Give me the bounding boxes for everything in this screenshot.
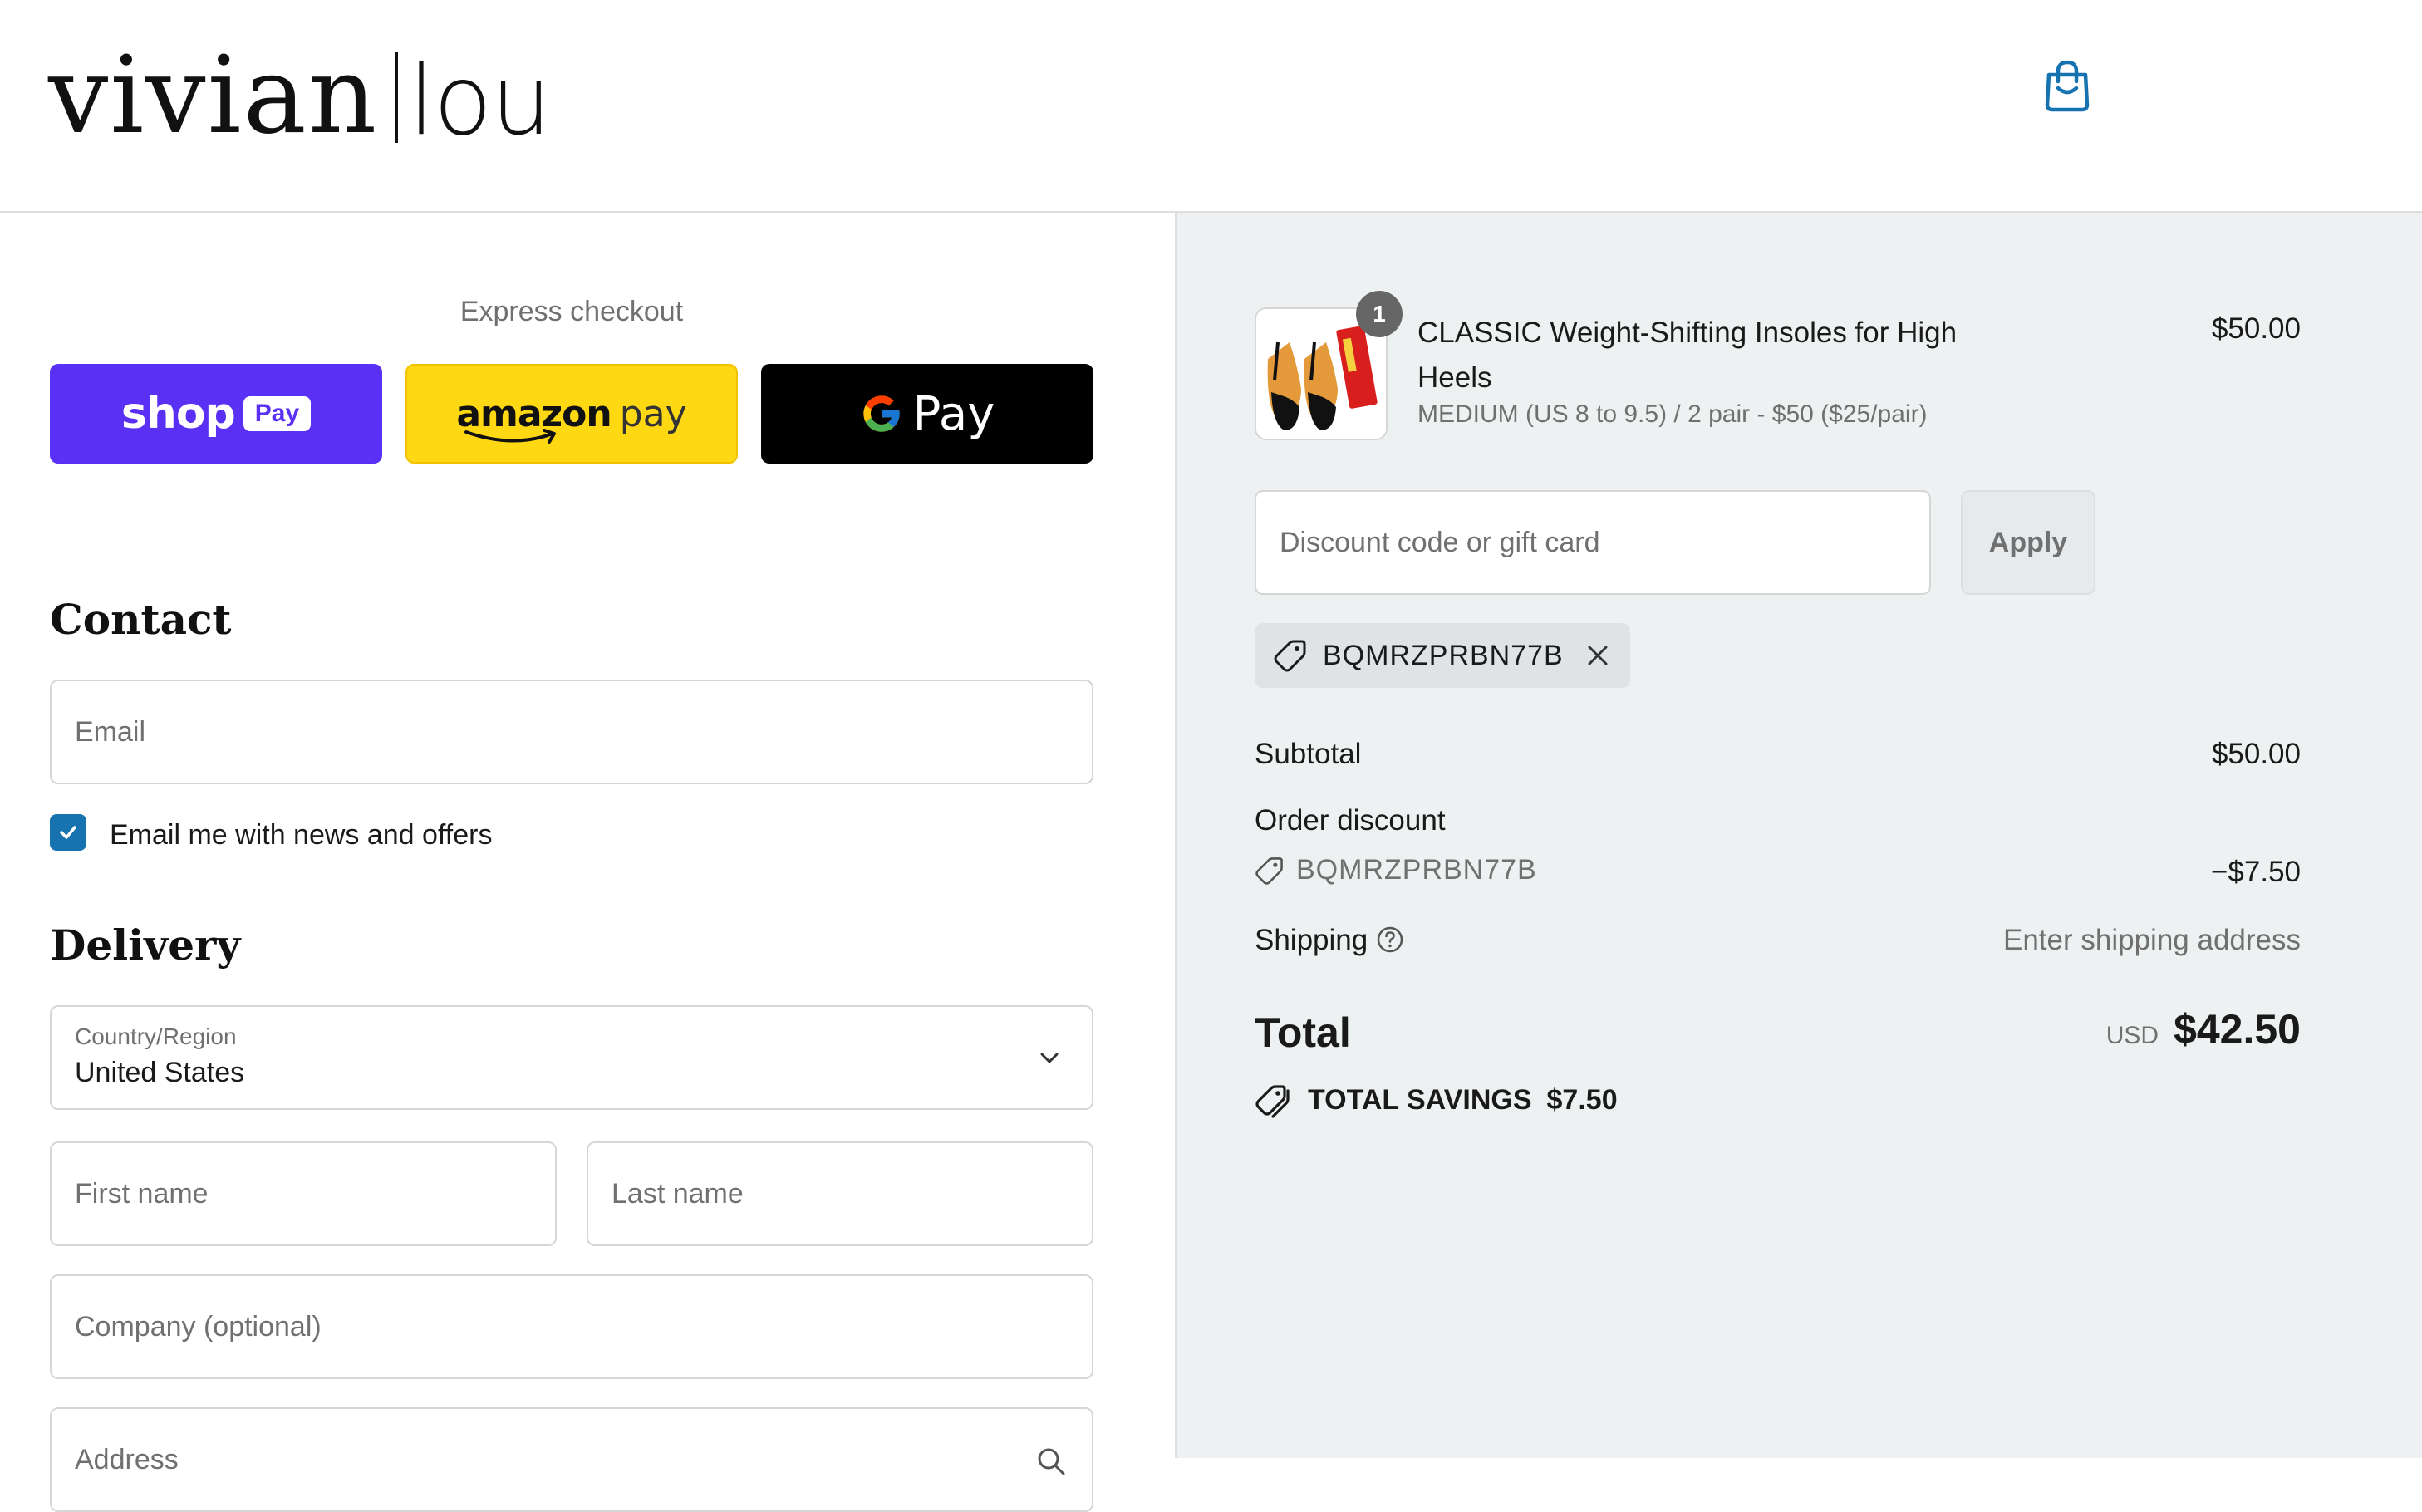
contact-title: Contact: [50, 595, 232, 644]
help-icon[interactable]: [1376, 925, 1404, 954]
close-icon: [1588, 646, 1608, 665]
total-amount: $42.50: [2174, 1006, 2301, 1053]
apply-discount-button[interactable]: Apply: [1961, 490, 2095, 595]
express-checkout-title: Express checkout: [459, 296, 684, 327]
search-icon: [1038, 1448, 1065, 1475]
quantity-badge: 1: [1356, 291, 1403, 337]
subtotal-value: $50.00: [2211, 738, 2301, 770]
amazon-pay-button[interactable]: amazon pay: [405, 364, 738, 464]
subtotal-label: Subtotal: [1255, 738, 1362, 770]
product-variant: MEDIUM (US 8 to 9.5) / 2 pair - $50 ($25…: [1417, 400, 1928, 428]
shopping-bag-icon: [2045, 60, 2090, 112]
country-select-label: Country/Region: [75, 1024, 237, 1049]
tag-icon: [1255, 857, 1283, 885]
order-discount-code-row: BQMRZPRBN77B: [1255, 854, 1537, 886]
shipping-label: Shipping: [1255, 924, 1368, 956]
applied-discount-code: BQMRZPRBN77B: [1323, 639, 1564, 671]
logo-separator: [395, 52, 399, 143]
chevron-down-icon: [1040, 1053, 1059, 1063]
order-summary-column: 1 CLASSIC Weight-Shifting Insoles for Hi…: [1175, 213, 2422, 1458]
first-name-field-wrapper: [50, 1141, 557, 1246]
discount-field-wrapper: [1255, 490, 1931, 595]
email-field[interactable]: [52, 681, 1092, 783]
order-discount-code: BQMRZPRBN77B: [1296, 854, 1537, 886]
total-savings-label: TOTAL SAVINGS: [1308, 1083, 1532, 1116]
applied-discount-chip: BQMRZPRBN77B: [1255, 623, 1630, 688]
remove-discount-button[interactable]: [1585, 643, 1610, 668]
checkmark-icon: [60, 826, 76, 839]
company-field-wrapper: [50, 1274, 1093, 1379]
google-pay-button[interactable]: Pay: [761, 364, 1093, 464]
google-g-icon: [862, 395, 900, 432]
shop-pay-pill: Pay: [243, 396, 312, 431]
site-header: vivian lou: [0, 0, 2422, 213]
checkout-form-column: Express checkout shop Pay amazon pay Pay…: [0, 213, 1175, 1512]
amazon-word: amazon: [456, 393, 612, 444]
shipping-value: Enter shipping address: [2003, 924, 2301, 956]
shop-pay-button[interactable]: shop Pay: [50, 364, 382, 464]
first-name-field[interactable]: [52, 1143, 555, 1244]
order-discount-value: −$7.50: [2210, 856, 2301, 888]
total-savings-row: TOTAL SAVINGS $7.50: [1255, 1082, 1618, 1118]
order-discount-label: Order discount: [1255, 804, 1446, 837]
last-name-field[interactable]: [588, 1143, 1092, 1244]
delivery-title: Delivery: [50, 920, 241, 970]
shop-pay-word: shop: [120, 389, 236, 439]
total-label: Total: [1255, 1009, 1351, 1056]
country-select-value: United States: [75, 1057, 245, 1088]
country-select[interactable]: Country/Region United States: [50, 1005, 1093, 1110]
newsletter-checkbox[interactable]: [50, 814, 86, 851]
tag-icon: [1274, 640, 1306, 672]
total-amount-wrapper: USD $42.50: [2106, 1005, 2301, 1053]
total-savings-value: $7.50: [1546, 1083, 1618, 1116]
logo-text-main: vivian: [48, 34, 379, 158]
address-field-wrapper: [50, 1407, 1093, 1512]
discount-code-input[interactable]: [1256, 492, 1929, 593]
brand-logo[interactable]: vivian lou: [48, 25, 552, 158]
amazon-smile-icon: [464, 428, 557, 444]
double-tag-icon: [1255, 1085, 1290, 1118]
product-price: $50.00: [2211, 312, 2301, 345]
email-field-wrapper: [50, 680, 1093, 784]
amazon-pay-word: pay: [619, 392, 687, 435]
cart-button[interactable]: [2042, 58, 2092, 113]
google-pay-word: Pay: [912, 386, 995, 441]
logo-text-sub: lou: [408, 45, 552, 157]
last-name-field-wrapper: [587, 1141, 1093, 1246]
address-field[interactable]: [52, 1409, 1092, 1510]
total-currency: USD: [2105, 1022, 2159, 1049]
newsletter-label[interactable]: Email me with news and offers: [110, 819, 492, 852]
company-field[interactable]: [52, 1276, 1092, 1377]
product-name: CLASSIC Weight-Shifting Insoles for High…: [1417, 317, 1958, 394]
